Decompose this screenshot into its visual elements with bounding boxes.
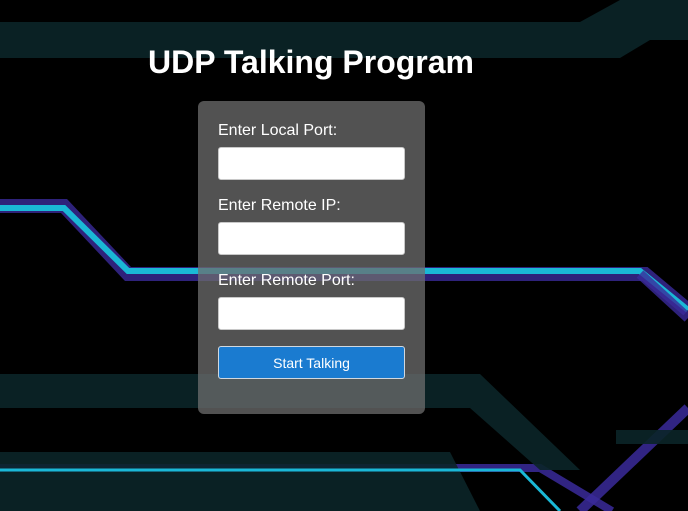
connection-form-panel: Enter Local Port: Enter Remote IP: Enter… [198,101,425,414]
circuit-pad-right [616,430,688,444]
local-port-label: Enter Local Port: [218,122,338,139]
remote-ip-label: Enter Remote IP: [218,197,341,214]
start-talking-button[interactable]: Start Talking [218,346,405,379]
page-title: UDP Talking Program [148,44,474,80]
local-port-input[interactable] [218,147,405,180]
remote-port-input[interactable] [218,297,405,330]
remote-ip-input[interactable] [218,222,405,255]
remote-port-label: Enter Remote Port: [218,272,355,289]
circuit-trace-bottom-band [0,452,480,511]
circuit-trace-right-diag [576,404,688,511]
